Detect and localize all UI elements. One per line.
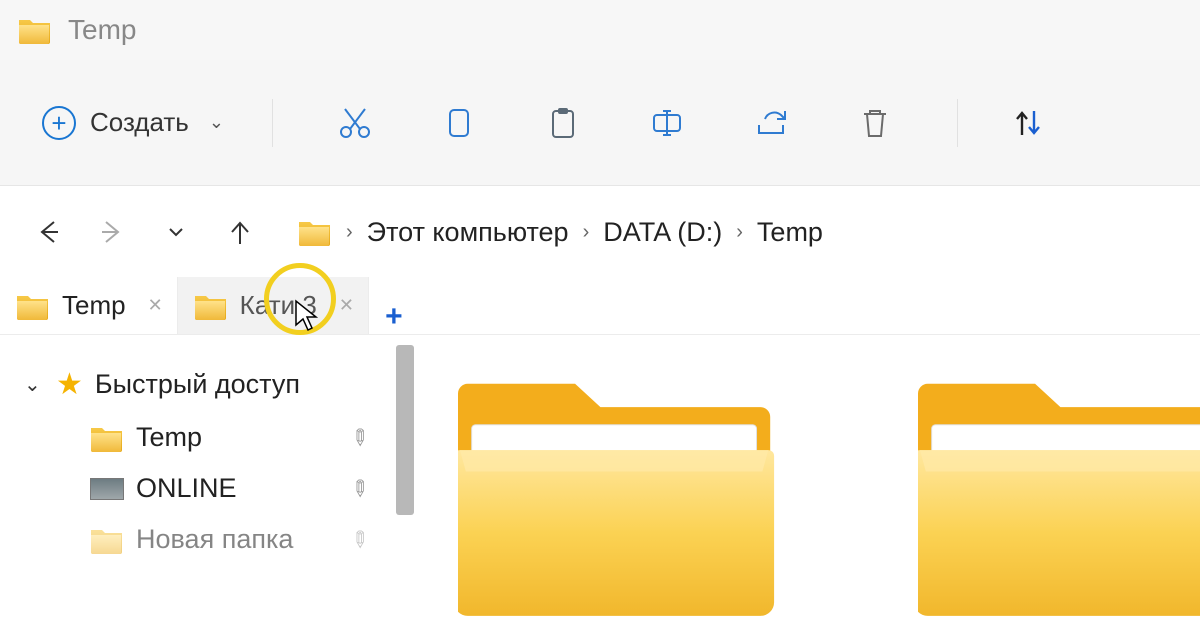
- sidebar-quick-access[interactable]: ⌄ ★ Быстрый доступ: [0, 357, 414, 412]
- scrollbar[interactable]: [396, 345, 414, 515]
- chevron-right-icon: ›: [346, 221, 353, 244]
- toolbar: + Создать ⌄: [0, 60, 1200, 186]
- sort-button[interactable]: [998, 93, 1058, 153]
- quick-access-label: Быстрый доступ: [95, 369, 300, 400]
- pin-icon: ✎: [343, 422, 374, 453]
- copy-button[interactable]: [429, 93, 489, 153]
- share-button[interactable]: [741, 93, 801, 153]
- nav-row: › Этот компьютер › DATA (D:) › Temp: [0, 186, 1200, 278]
- sidebar-item-newfolder[interactable]: Новая папка ✎: [0, 514, 414, 565]
- create-button[interactable]: + Создать ⌄: [38, 96, 242, 150]
- sidebar-item-temp[interactable]: Temp ✎: [0, 412, 414, 463]
- folder-item[interactable]: [458, 363, 778, 623]
- close-icon[interactable]: ✕: [148, 295, 163, 316]
- titlebar: Temp: [0, 0, 1200, 60]
- up-button[interactable]: [216, 208, 264, 256]
- recent-dropdown[interactable]: [152, 208, 200, 256]
- folder-icon: [18, 16, 52, 44]
- main: ⌄ ★ Быстрый доступ Temp ✎ ONLINE ✎ Новая…: [0, 335, 1200, 643]
- forward-button[interactable]: [88, 208, 136, 256]
- folder-item[interactable]: [918, 363, 1200, 623]
- pin-icon: ✎: [343, 473, 374, 504]
- separator: [272, 99, 273, 147]
- tabs-row: Temp ✕ Кати 3 ✕ +: [0, 278, 1200, 335]
- folder-icon: [298, 218, 332, 246]
- add-tab-button[interactable]: +: [369, 300, 419, 334]
- breadcrumb-item[interactable]: DATA (D:): [603, 217, 722, 248]
- star-icon: ★: [56, 367, 83, 402]
- chevron-right-icon: ›: [583, 221, 590, 244]
- sidebar-item-label: Temp: [136, 422, 202, 453]
- delete-button[interactable]: [845, 93, 905, 153]
- chevron-down-icon: ⌄: [24, 372, 44, 397]
- breadcrumb-item[interactable]: Temp: [757, 217, 823, 248]
- window-title: Temp: [68, 14, 136, 46]
- cut-button[interactable]: [325, 93, 385, 153]
- tab-label: Temp: [62, 290, 126, 321]
- pin-icon: ✎: [343, 524, 374, 555]
- paste-button[interactable]: [533, 93, 593, 153]
- chevron-down-icon: ⌄: [209, 112, 224, 133]
- folder-icon: [90, 526, 124, 554]
- tab-temp[interactable]: Temp ✕: [0, 277, 178, 334]
- breadcrumb[interactable]: › Этот компьютер › DATA (D:) › Temp: [298, 217, 823, 248]
- sidebar-item-online[interactable]: ONLINE ✎: [0, 463, 414, 514]
- sidebar: ⌄ ★ Быстрый доступ Temp ✎ ONLINE ✎ Новая…: [0, 335, 414, 643]
- folder-icon: [90, 424, 124, 452]
- picture-icon: [90, 478, 124, 500]
- folder-icon: [16, 292, 50, 320]
- breadcrumb-item[interactable]: Этот компьютер: [367, 217, 569, 248]
- sidebar-item-label: ONLINE: [136, 473, 237, 504]
- tab-kati3[interactable]: Кати 3 ✕: [178, 277, 369, 334]
- back-button[interactable]: [24, 208, 72, 256]
- sidebar-item-label: Новая папка: [136, 524, 293, 555]
- close-icon[interactable]: ✕: [339, 295, 354, 316]
- folder-icon: [194, 292, 228, 320]
- rename-button[interactable]: [637, 93, 697, 153]
- plus-icon: +: [42, 106, 76, 140]
- chevron-right-icon: ›: [736, 221, 743, 244]
- tab-label: Кати 3: [240, 290, 317, 321]
- create-label: Создать: [90, 107, 189, 138]
- content-pane[interactable]: [414, 335, 1200, 643]
- separator: [957, 99, 958, 147]
